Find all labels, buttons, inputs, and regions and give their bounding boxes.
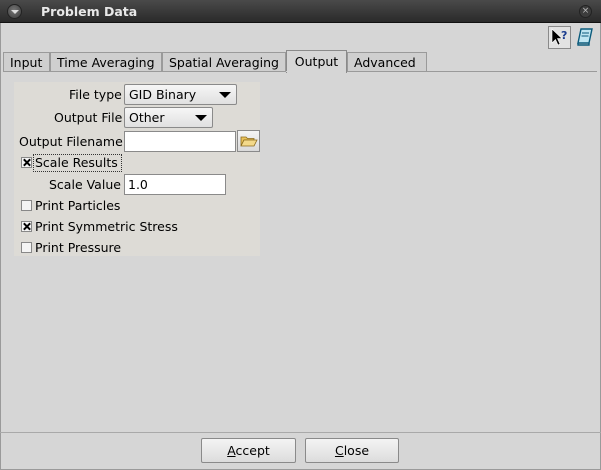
book-icon (577, 28, 593, 46)
tab-advanced[interactable]: Advanced (347, 52, 427, 72)
close-icon: × (581, 6, 590, 16)
window-title: Problem Data (41, 4, 138, 19)
dropdown-arrow-icon (219, 92, 231, 98)
folder-open-icon (240, 136, 258, 147)
file-type-label: File type (69, 87, 122, 102)
title-bar: Problem Data × (0, 0, 601, 23)
tab-input[interactable]: Input (3, 52, 50, 72)
accept-label: ccept (235, 443, 270, 458)
book-button[interactable] (575, 27, 595, 47)
tab-output[interactable]: Output (286, 50, 347, 73)
tab-spatial-averaging[interactable]: Spatial Averaging (162, 52, 286, 72)
print-symmetric-stress-checkbox[interactable] (21, 221, 32, 232)
close-button[interactable]: Close (305, 438, 399, 463)
file-type-value: GID Binary (129, 87, 197, 102)
svg-text:?: ? (561, 29, 567, 42)
accept-mnemonic: A (227, 443, 236, 458)
print-particles-label[interactable]: Print Particles (35, 198, 120, 213)
output-filename-input[interactable] (124, 131, 236, 152)
tab-time-averaging[interactable]: Time Averaging (50, 52, 162, 72)
dropdown-arrow-icon (195, 115, 207, 121)
button-bar-divider (0, 432, 601, 433)
accept-button[interactable]: Accept (201, 438, 296, 463)
window-menu-button[interactable] (7, 4, 22, 19)
close-mnemonic: C (334, 443, 344, 458)
scale-value-input[interactable]: 1.0 (124, 174, 226, 195)
context-help-button[interactable]: ? (548, 26, 571, 49)
window-close-button[interactable]: × (579, 5, 592, 18)
output-file-value: Other (129, 110, 165, 125)
print-symmetric-stress-label[interactable]: Print Symmetric Stress (35, 219, 178, 234)
scale-value-label: Scale Value (49, 177, 121, 192)
print-particles-checkbox[interactable] (21, 200, 32, 211)
close-label: lose (343, 443, 370, 458)
print-pressure-label[interactable]: Print Pressure (35, 240, 121, 255)
context-help-icon: ? (551, 28, 567, 46)
scale-results-checkbox[interactable] (21, 157, 32, 168)
scale-results-label[interactable]: Scale Results (35, 155, 118, 170)
output-file-label: Output File (54, 110, 123, 125)
browse-folder-button[interactable] (237, 130, 260, 152)
output-filename-label: Output Filename (19, 134, 123, 149)
output-file-select[interactable]: Other (124, 107, 213, 128)
file-type-select[interactable]: GID Binary (124, 84, 237, 105)
print-pressure-checkbox[interactable] (21, 242, 32, 253)
